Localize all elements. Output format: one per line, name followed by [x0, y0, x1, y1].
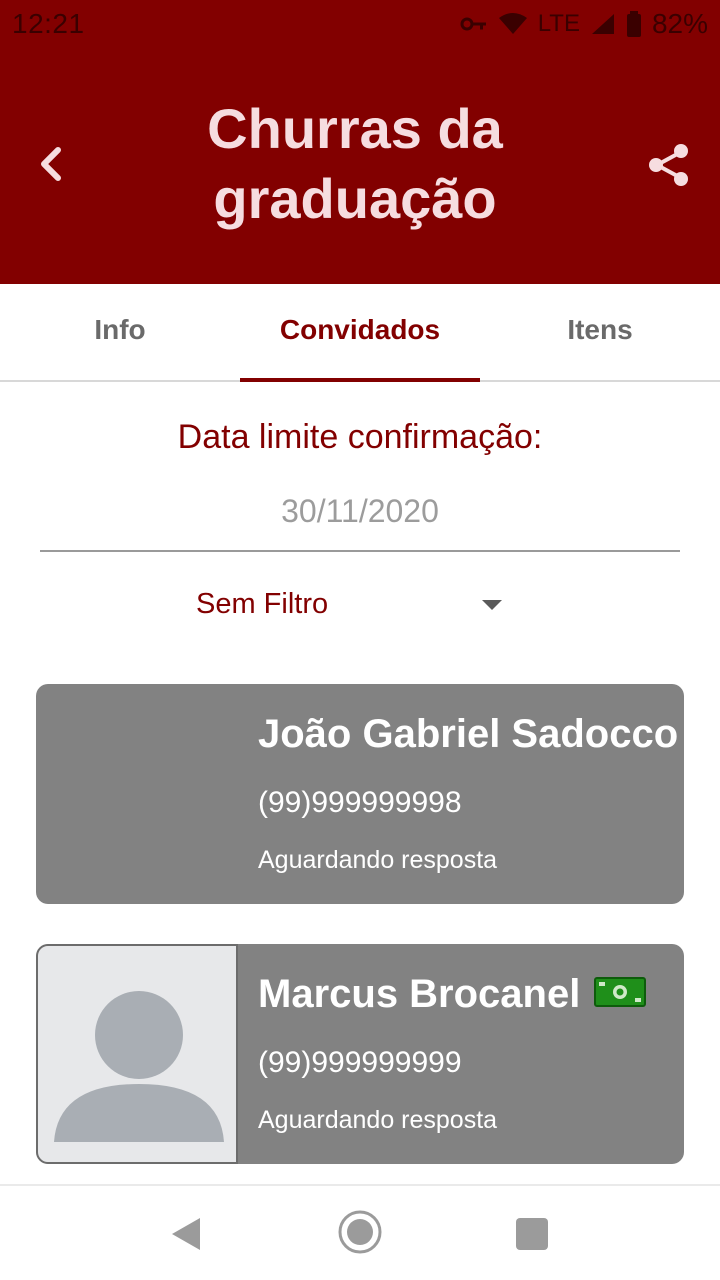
battery-icon: [626, 11, 641, 37]
guest-card[interactable]: João Gabriel Sadocco (99)999999998 Aguar…: [36, 684, 684, 904]
status-bar: 12:21 LTE 82%: [0, 0, 720, 50]
share-button[interactable]: [644, 140, 694, 190]
filter-dropdown[interactable]: Sem Filtro: [196, 582, 516, 632]
status-icons: LTE 82%: [460, 8, 708, 40]
guest-card[interactable]: Marcus Brocanel (99)999999999 Aguardando…: [36, 944, 684, 1164]
nav-recents-icon[interactable]: [516, 1218, 548, 1250]
chevron-left-icon: [41, 147, 61, 181]
guest-name: João Gabriel Sadocco: [258, 712, 679, 756]
share-icon: [649, 144, 688, 186]
tab-info[interactable]: Info: [0, 284, 240, 380]
dropdown-arrow-icon: [482, 600, 502, 610]
system-nav-bar: [0, 1184, 720, 1280]
battery-level: 82%: [651, 8, 708, 39]
deadline-label: Data limite confirmação:: [177, 418, 543, 456]
page-title: Churras da graduação: [207, 97, 503, 230]
guest-phone: (99)999999998: [258, 786, 462, 819]
avatar: [36, 944, 238, 1164]
filter-selected-value: Sem Filtro: [196, 588, 329, 620]
vpn-key-icon: [460, 17, 486, 31]
tab-bar: Info Convidados Itens: [0, 284, 720, 382]
network-type: LTE: [537, 10, 580, 37]
tab-convidados[interactable]: Convidados: [240, 284, 480, 382]
guest-phone: (99)999999999: [258, 1046, 462, 1079]
signal-icon: [591, 14, 614, 34]
status-time: 12:21: [12, 8, 85, 39]
app-header: 12:21 LTE 82% Churras da graduação: [0, 0, 720, 284]
back-button[interactable]: [28, 140, 76, 188]
tab-itens[interactable]: Itens: [480, 284, 720, 380]
guest-status: Aguardando resposta: [258, 846, 498, 874]
nav-back-icon[interactable]: [170, 1216, 202, 1252]
money-bill-icon: [594, 977, 646, 1007]
guest-name: Marcus Brocanel: [258, 972, 581, 1016]
avatar: [36, 684, 238, 904]
person-placeholder-icon: [54, 991, 224, 1142]
nav-home-icon[interactable]: [336, 1208, 384, 1256]
guest-status: Aguardando resposta: [258, 1106, 498, 1134]
deadline-date-field[interactable]: 30/11/2020: [40, 486, 680, 552]
wifi-icon: [498, 13, 527, 34]
